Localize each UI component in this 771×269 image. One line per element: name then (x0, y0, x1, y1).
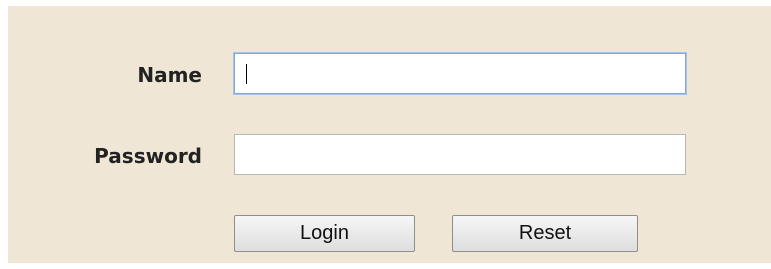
name-label: Name (137, 63, 202, 87)
password-label: Password (94, 144, 202, 168)
name-input[interactable] (234, 53, 686, 94)
login-panel: Name Password Login Reset (8, 6, 771, 263)
reset-button[interactable]: Reset (452, 215, 638, 252)
password-input[interactable] (234, 134, 686, 175)
login-button[interactable]: Login (234, 215, 415, 252)
text-caret (246, 64, 247, 84)
